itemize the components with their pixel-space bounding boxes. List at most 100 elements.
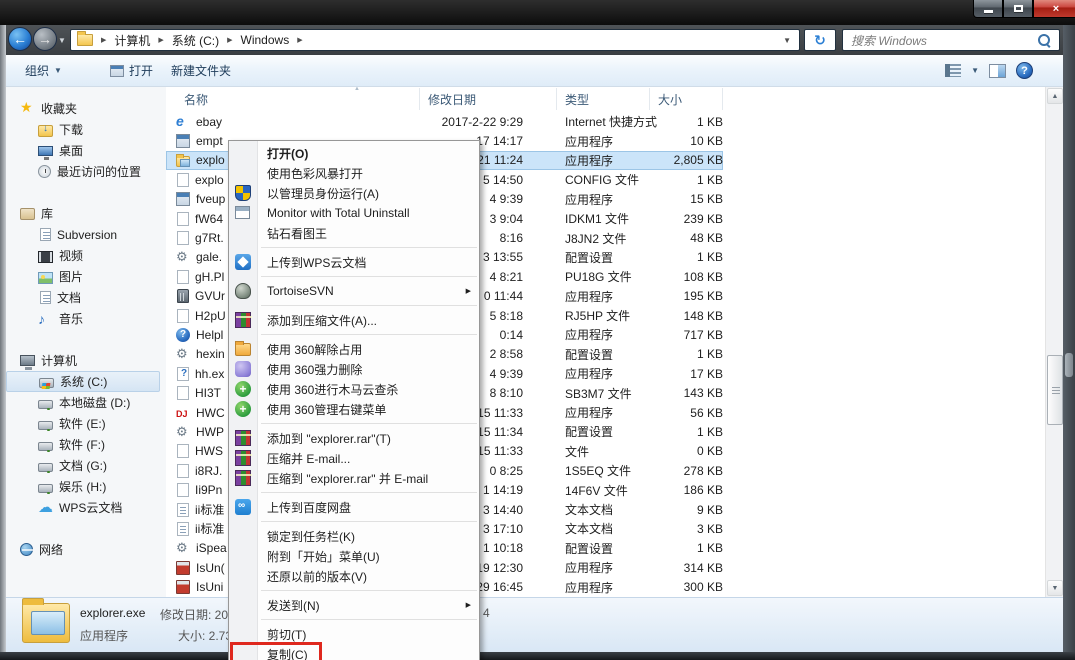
- menu-item-annotated[interactable]: 复制(C): [229, 644, 479, 660]
- back-button[interactable]: ←: [8, 27, 32, 51]
- file-type: IDKM1 文件: [523, 210, 665, 227]
- scroll-down-icon[interactable]: ▼: [1047, 580, 1063, 596]
- search-input[interactable]: 搜索 Windows: [842, 29, 1060, 51]
- menu-item-label: 添加到 "explorer.rar"(T): [267, 430, 391, 447]
- text-icon: [177, 522, 189, 536]
- gear-icon: [176, 541, 190, 555]
- sidebar-item[interactable]: 本地磁盘 (D:): [6, 392, 166, 413]
- drive-sys-icon: [39, 378, 54, 388]
- sidebar-section-network[interactable]: 网络: [6, 538, 166, 560]
- explorer-file-icon: [22, 603, 70, 643]
- vertical-scrollbar[interactable]: ▲ ▼: [1045, 87, 1063, 597]
- column-header-name[interactable]: 名称: [166, 88, 420, 110]
- search-icon[interactable]: [1037, 33, 1051, 47]
- scroll-up-icon[interactable]: ▲: [1047, 88, 1063, 104]
- refresh-button[interactable]: ↻: [804, 29, 836, 51]
- file-name: fveup: [196, 192, 225, 206]
- sidebar-item-label: 桌面: [59, 142, 83, 159]
- menu-item[interactable]: 使用 360强力删除: [229, 359, 479, 379]
- menu-item[interactable]: 打开(O): [229, 143, 479, 163]
- sidebar-item[interactable]: Subversion: [6, 224, 166, 245]
- sidebar-item[interactable]: 系统 (C:): [6, 371, 160, 392]
- help-icon[interactable]: ?: [1016, 62, 1033, 79]
- table-row[interactable]: ebay2017-2-22 9:29Internet 快捷方式1 KB: [166, 112, 1045, 131]
- menu-item[interactable]: 上传到百度网盘: [229, 497, 479, 517]
- installer-icon: [176, 561, 190, 575]
- sidebar-item[interactable]: 音乐: [6, 308, 166, 329]
- menu-item[interactable]: 附到「开始」菜单(U): [229, 546, 479, 566]
- explorer-folder-icon: [176, 156, 190, 167]
- sidebar-item[interactable]: 下载: [6, 119, 166, 140]
- breadcrumb-item[interactable]: 系统 (C:): [166, 30, 225, 51]
- sidebar-section-libraries[interactable]: 库: [6, 202, 166, 224]
- sidebar-item[interactable]: 视频: [6, 245, 166, 266]
- sidebar-item[interactable]: 图片: [6, 266, 166, 287]
- menu-item[interactable]: 使用 360管理右键菜单: [229, 399, 479, 419]
- file-type: 配置设置: [523, 423, 665, 440]
- menu-item[interactable]: 还原以前的版本(V): [229, 566, 479, 586]
- sidebar-item[interactable]: 软件 (F:): [6, 434, 166, 455]
- sidebar-item[interactable]: 桌面: [6, 140, 166, 161]
- scrollbar-thumb[interactable]: [1047, 355, 1063, 425]
- breadcrumb-item[interactable]: 计算机: [108, 30, 156, 51]
- forward-button[interactable]: →: [33, 27, 57, 51]
- menu-item[interactable]: 添加到压缩文件(A)...: [229, 310, 479, 330]
- new-folder-button[interactable]: 新建文件夹: [162, 57, 240, 84]
- menu-item[interactable]: 添加到 "explorer.rar"(T): [229, 428, 479, 448]
- sidebar-item[interactable]: 娱乐 (H:): [6, 476, 166, 497]
- views-dropdown-icon[interactable]: ▼: [971, 66, 979, 75]
- file-type: 应用程序: [523, 326, 665, 343]
- sidebar-item[interactable]: WPS云文档: [6, 497, 166, 518]
- winrar-icon: [235, 470, 251, 486]
- menu-item[interactable]: TortoiseSVN▶: [229, 281, 479, 301]
- history-dropdown-icon[interactable]: ▼: [58, 36, 66, 45]
- close-button[interactable]: ×: [1033, 0, 1075, 18]
- total-uninstall-icon: [235, 206, 250, 219]
- menu-item-label: 添加到压缩文件(A)...: [267, 312, 377, 329]
- file-name: explo: [195, 173, 224, 187]
- address-dropdown-icon[interactable]: ▼: [779, 36, 795, 45]
- file-size: 1 KB: [665, 347, 723, 361]
- sidebar-item-label: 文档 (G:): [59, 457, 107, 474]
- sidebar-section-favorites[interactable]: 收藏夹: [6, 97, 166, 119]
- minimize-button[interactable]: [973, 0, 1003, 18]
- winrar-icon: [235, 430, 251, 446]
- menu-item[interactable]: 压缩到 "explorer.rar" 并 E-mail: [229, 468, 479, 488]
- maximize-button[interactable]: [1003, 0, 1033, 18]
- sidebar-item[interactable]: 软件 (E:): [6, 413, 166, 434]
- menu-item[interactable]: 钻石看图王: [229, 223, 479, 243]
- open-button[interactable]: 打开: [101, 57, 162, 84]
- menu-item[interactable]: 以管理员身份运行(A): [229, 183, 479, 203]
- file-icon: [177, 309, 189, 323]
- doc-icon: [40, 291, 51, 304]
- title-bar[interactable]: [0, 0, 1075, 25]
- menu-item[interactable]: 使用 360进行木马云查杀: [229, 379, 479, 399]
- address-bar[interactable]: ▶ 计算机▶系统 (C:)▶Windows▶ ▼: [70, 29, 800, 51]
- column-header-type[interactable]: 类型: [557, 88, 650, 110]
- preview-pane-icon[interactable]: [989, 64, 1006, 78]
- menu-item[interactable]: 上传到WPS云文档: [229, 252, 479, 272]
- change-view-icon[interactable]: [945, 64, 961, 77]
- file-name: HI3T: [195, 386, 221, 400]
- menu-item[interactable]: 剪切(T): [229, 624, 479, 644]
- sidebar-item[interactable]: 文档 (G:): [6, 455, 166, 476]
- file-icon: [177, 464, 189, 478]
- menu-item-label: 发送到(N): [267, 597, 320, 614]
- sidebar-item[interactable]: 最近访问的位置: [6, 161, 166, 182]
- sidebar-item[interactable]: 文档: [6, 287, 166, 308]
- menu-item[interactable]: 锁定到任务栏(K): [229, 526, 479, 546]
- menu-item[interactable]: 使用色彩风暴打开: [229, 163, 479, 183]
- menu-item[interactable]: Monitor with Total Uninstall: [229, 203, 479, 223]
- organize-button[interactable]: 组织 ▼: [16, 57, 71, 84]
- column-header-date[interactable]: 修改日期: [420, 88, 557, 110]
- file-type: RJ5HP 文件: [523, 307, 665, 324]
- column-header-size[interactable]: 大小: [650, 88, 723, 110]
- menu-item[interactable]: 发送到(N)▶: [229, 595, 479, 615]
- file-name: iSpea: [196, 541, 227, 555]
- menu-item[interactable]: 使用 360解除占用: [229, 339, 479, 359]
- file-size: 10 KB: [665, 134, 723, 148]
- menu-item-label: TortoiseSVN: [267, 284, 334, 298]
- sidebar-section-computer[interactable]: 计算机: [6, 349, 166, 371]
- menu-item[interactable]: 压缩并 E-mail...: [229, 448, 479, 468]
- breadcrumb-item[interactable]: Windows: [235, 31, 296, 49]
